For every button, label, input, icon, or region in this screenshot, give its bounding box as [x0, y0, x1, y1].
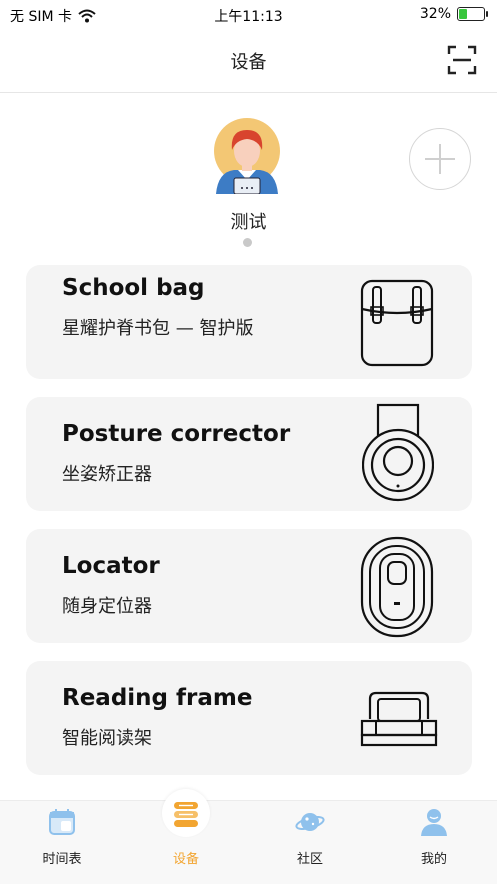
device-desc: 星耀护脊书包 — 智护版: [62, 318, 254, 339]
battery-icon: [457, 7, 488, 21]
posture-corrector-icon: [362, 403, 434, 502]
device-name: Locator: [62, 553, 160, 579]
device-stack-icon: [174, 802, 198, 827]
planet-icon: [295, 813, 325, 831]
device-name: Reading frame: [62, 685, 253, 711]
page-indicator-dot: [243, 238, 252, 247]
tab-schedule[interactable]: 时间表: [0, 801, 124, 884]
school-bag-icon: [360, 279, 434, 367]
page-title: 设备: [230, 52, 267, 73]
profile-name: 测试: [230, 212, 267, 233]
device-desc: 坐姿矫正器: [62, 464, 152, 485]
device-card-reading-frame[interactable]: Reading frame 智能阅读架: [26, 661, 472, 775]
add-device-button[interactable]: [409, 128, 471, 190]
device-desc: 智能阅读架: [62, 728, 152, 749]
nav-bar: 设备: [0, 30, 497, 93]
tab-bar: 时间表 设备 社区 我的: [0, 789, 497, 884]
avatar[interactable]: [212, 118, 282, 194]
scan-icon[interactable]: [447, 45, 477, 75]
tab-label: 我的: [420, 852, 447, 867]
battery-fill: [459, 9, 468, 19]
device-desc: 随身定位器: [62, 596, 152, 617]
device-card-posture-corrector[interactable]: Posture corrector 坐姿矫正器: [26, 397, 472, 511]
calendar-icon: [49, 809, 75, 835]
battery-percent: 32%: [419, 6, 451, 22]
tab-devices[interactable]: 设备: [124, 789, 248, 884]
status-bar: 无 SIM 卡 上午11:13 32%: [0, 0, 497, 30]
tab-label: 设备: [172, 852, 199, 867]
locator-icon: [360, 536, 434, 638]
tab-label: 时间表: [42, 852, 82, 867]
person-icon: [421, 809, 447, 836]
device-name: School bag: [62, 275, 205, 301]
reading-frame-icon: [360, 691, 438, 747]
tab-mine[interactable]: 我的: [372, 801, 496, 884]
device-card-school-bag[interactable]: School bag 星耀护脊书包 — 智护版: [26, 265, 472, 379]
device-card-locator[interactable]: Locator 随身定位器: [26, 529, 472, 643]
tab-community[interactable]: 社区: [248, 801, 372, 884]
tab-label: 社区: [296, 852, 323, 867]
device-name: Posture corrector: [62, 421, 291, 447]
